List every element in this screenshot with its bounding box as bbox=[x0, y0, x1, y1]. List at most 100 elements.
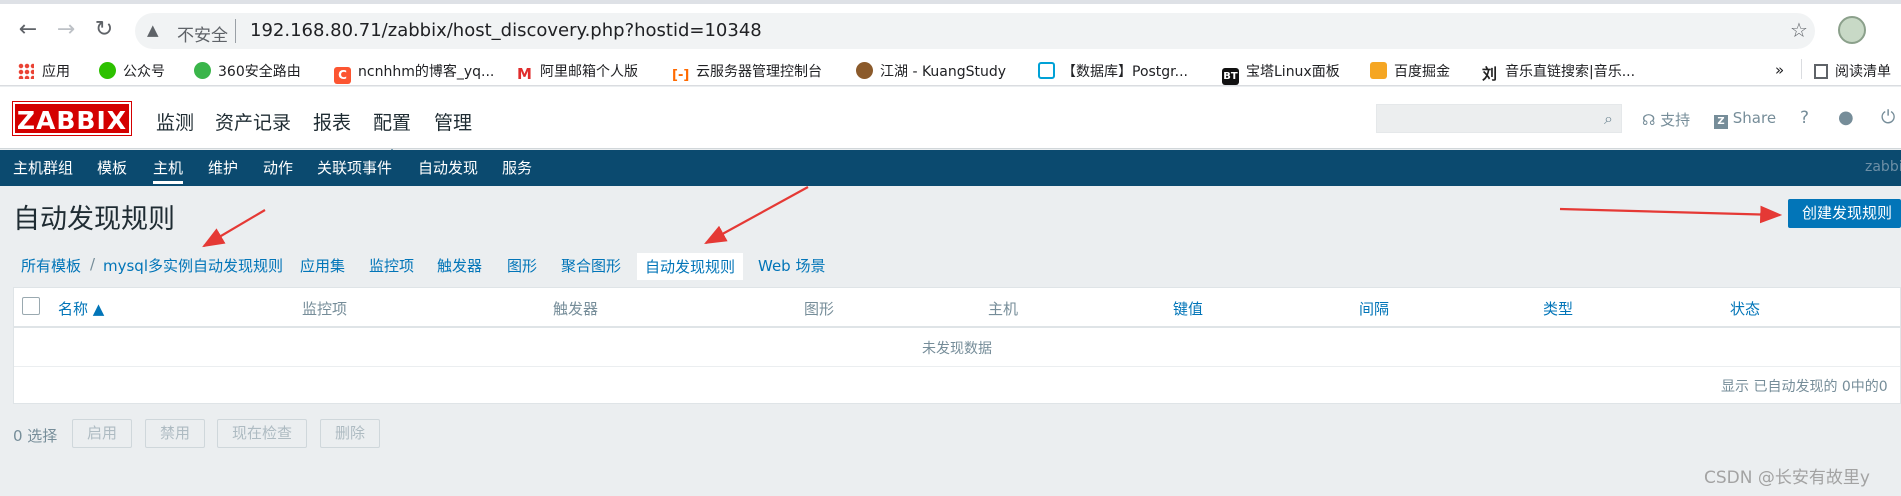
tab-triggers[interactable]: 触发器 bbox=[437, 255, 482, 276]
subnav-host-groups[interactable]: 主机群组 bbox=[13, 157, 73, 178]
bookmark-item[interactable]: [-] 云服务器管理控制台 bbox=[672, 61, 822, 84]
column-interval[interactable]: 间隔 bbox=[1359, 298, 1389, 319]
bookmarks-bar: 应用 公众号 360安全路由 Cncnhhm的博客_yq... M 阿里邮箱个人版… bbox=[0, 54, 1901, 86]
aliyun-icon: [-] bbox=[672, 67, 690, 84]
subnav-hosts[interactable]: 主机 bbox=[153, 157, 184, 184]
headset-icon: ☊ bbox=[1642, 111, 1656, 129]
user-profile-icon[interactable]: ● bbox=[1838, 107, 1854, 128]
check-now-button[interactable]: 现在检查 bbox=[217, 419, 307, 448]
screenshot-root: ← → ↻ ▲ 不安全 192.168.80.71/zabbix/host_di… bbox=[0, 0, 1901, 496]
url-text[interactable]: 192.168.80.71/zabbix/host_discovery.php?… bbox=[250, 20, 762, 41]
enable-button[interactable]: 启用 bbox=[72, 419, 132, 448]
tab-web-scenarios[interactable]: Web 场景 bbox=[758, 255, 825, 276]
forward-icon[interactable]: → bbox=[52, 16, 80, 44]
column-graphs: 图形 bbox=[804, 300, 835, 318]
subnav-maintenance[interactable]: 维护 bbox=[208, 157, 238, 178]
page-title: 自动发现规则 bbox=[13, 204, 175, 235]
kuang-icon bbox=[856, 62, 873, 79]
column-status[interactable]: 状态 bbox=[1730, 298, 1760, 319]
tab-graphs[interactable]: 图形 bbox=[507, 255, 537, 276]
subnav-event-correlation[interactable]: 关联项事件 bbox=[317, 157, 392, 178]
subnav-actions[interactable]: 动作 bbox=[263, 157, 293, 178]
bookmark-item[interactable]: BT 宝塔Linux面板 bbox=[1222, 61, 1340, 85]
bookmark-label: 【数据库】Postgr... bbox=[1062, 64, 1188, 80]
search-input[interactable]: ⌕ bbox=[1376, 104, 1622, 133]
bilibili-icon bbox=[1038, 62, 1055, 79]
menu-inventory[interactable]: 资产记录 bbox=[215, 108, 291, 135]
bookmarks-more-button[interactable]: » bbox=[1775, 61, 1784, 79]
apps-icon bbox=[18, 63, 34, 79]
bookmark-item[interactable]: 百度掘金 bbox=[1370, 61, 1450, 81]
breadcrumb-separator: / bbox=[90, 255, 96, 273]
bookmark-item[interactable]: 【数据库】Postgr... bbox=[1038, 61, 1188, 81]
select-all-checkbox[interactable] bbox=[22, 297, 40, 315]
reading-list-icon bbox=[1814, 64, 1828, 79]
column-key[interactable]: 键值 bbox=[1173, 298, 1203, 319]
subnav-services[interactable]: 服务 bbox=[502, 157, 532, 178]
column-hosts: 主机 bbox=[988, 300, 1019, 318]
server-name: zabbi bbox=[1865, 159, 1901, 175]
reload-icon[interactable]: ↻ bbox=[90, 16, 118, 44]
bookmark-item[interactable]: M 阿里邮箱个人版 bbox=[516, 61, 638, 83]
delete-button[interactable]: 删除 bbox=[320, 419, 380, 448]
menu-configuration[interactable]: 配置 bbox=[373, 108, 411, 157]
bookmark-item[interactable]: 360安全路由 bbox=[194, 61, 301, 81]
bookmark-label: 云服务器管理控制台 bbox=[696, 64, 822, 80]
row-divider bbox=[14, 366, 1900, 367]
reading-list-button[interactable]: 阅读清单 bbox=[1814, 61, 1891, 81]
create-discovery-rule-button[interactable]: 创建发现规则 bbox=[1788, 199, 1901, 228]
liu-icon: 刘 bbox=[1481, 65, 1498, 83]
arrow-to-template bbox=[202, 209, 266, 248]
tab-discovery-rules[interactable]: 自动发现规则 bbox=[636, 252, 745, 281]
csdn-watermark: CSDN @长安有故里y bbox=[1704, 468, 1870, 488]
logout-icon[interactable]: ⏻ bbox=[1881, 107, 1895, 128]
wechat-icon bbox=[99, 62, 116, 79]
tab-screens[interactable]: 聚合图形 bbox=[561, 255, 621, 276]
bookmark-label: 宝塔Linux面板 bbox=[1246, 64, 1340, 80]
zabbix-logo[interactable]: ZABBIX bbox=[12, 101, 132, 136]
subnav-templates[interactable]: 模板 bbox=[97, 157, 127, 178]
bookmark-star-icon[interactable]: ☆ bbox=[1790, 18, 1808, 42]
divider bbox=[1801, 59, 1802, 79]
arrow-to-discovery-tab bbox=[704, 186, 809, 245]
config-subnav: 主机群组 模板 主机 维护 动作 关联项事件 自动发现 服务 zabbi bbox=[0, 150, 1901, 186]
breadcrumb-all-templates[interactable]: 所有模板 bbox=[21, 255, 81, 276]
column-type[interactable]: 类型 bbox=[1543, 298, 1573, 319]
discovery-rules-table: 名称 ▲ 监控项 触发器 图形 主机 键值 间隔 类型 状态 未发现数据 显示 … bbox=[13, 287, 1901, 404]
bookmark-label: 阿里邮箱个人版 bbox=[540, 64, 638, 80]
mail-icon: M bbox=[516, 65, 533, 83]
menu-administration[interactable]: 管理 bbox=[434, 108, 472, 135]
bookmark-label: 360安全路由 bbox=[218, 64, 301, 80]
help-icon[interactable]: ? bbox=[1800, 108, 1809, 128]
menu-reports[interactable]: 报表 bbox=[313, 108, 351, 135]
bookmark-item[interactable]: 刘音乐直链搜索|音乐... bbox=[1481, 61, 1635, 83]
tab-items[interactable]: 监控项 bbox=[369, 255, 414, 276]
column-items: 监控项 bbox=[302, 300, 348, 318]
share-label: Share bbox=[1732, 109, 1777, 127]
bookmark-item[interactable]: Cncnhhm的博客_yq... bbox=[334, 61, 494, 84]
share-link[interactable]: Z Share bbox=[1714, 109, 1776, 129]
warning-icon: ▲ bbox=[147, 21, 159, 39]
subnav-discovery[interactable]: 自动发现 bbox=[418, 157, 478, 178]
bookmark-item[interactable]: 公众号 bbox=[99, 61, 165, 81]
support-link[interactable]: ☊ 支持 bbox=[1642, 109, 1690, 130]
table-stats: 显示 已自动发现的 0中的0 bbox=[1721, 379, 1888, 395]
breadcrumb-template[interactable]: mysql多实例自动发现规则 bbox=[103, 255, 283, 276]
column-name[interactable]: 名称 ▲ bbox=[58, 298, 104, 319]
bookmark-label: 百度掘金 bbox=[1394, 64, 1450, 80]
bookmark-label: 江湖 - KuangStudy bbox=[880, 64, 1007, 80]
bookmark-item[interactable]: 江湖 - KuangStudy bbox=[856, 61, 1006, 81]
bookmark-apps[interactable]: 应用 bbox=[18, 61, 70, 81]
address-bar[interactable]: ▲ 不安全 192.168.80.71/zabbix/host_discover… bbox=[135, 13, 1815, 49]
url-divider bbox=[235, 19, 236, 43]
back-icon[interactable]: ← bbox=[14, 16, 42, 44]
tab-applications[interactable]: 应用集 bbox=[300, 255, 345, 276]
menu-monitoring[interactable]: 监测 bbox=[156, 108, 194, 135]
column-triggers: 触发器 bbox=[553, 300, 599, 318]
csdn-icon: C bbox=[334, 67, 351, 84]
selected-count: 0 选择 bbox=[13, 427, 58, 445]
profile-avatar[interactable] bbox=[1838, 16, 1866, 44]
disable-button[interactable]: 禁用 bbox=[145, 419, 205, 448]
support-label: 支持 bbox=[1660, 111, 1691, 129]
search-icon[interactable]: ⌕ bbox=[1604, 109, 1613, 129]
